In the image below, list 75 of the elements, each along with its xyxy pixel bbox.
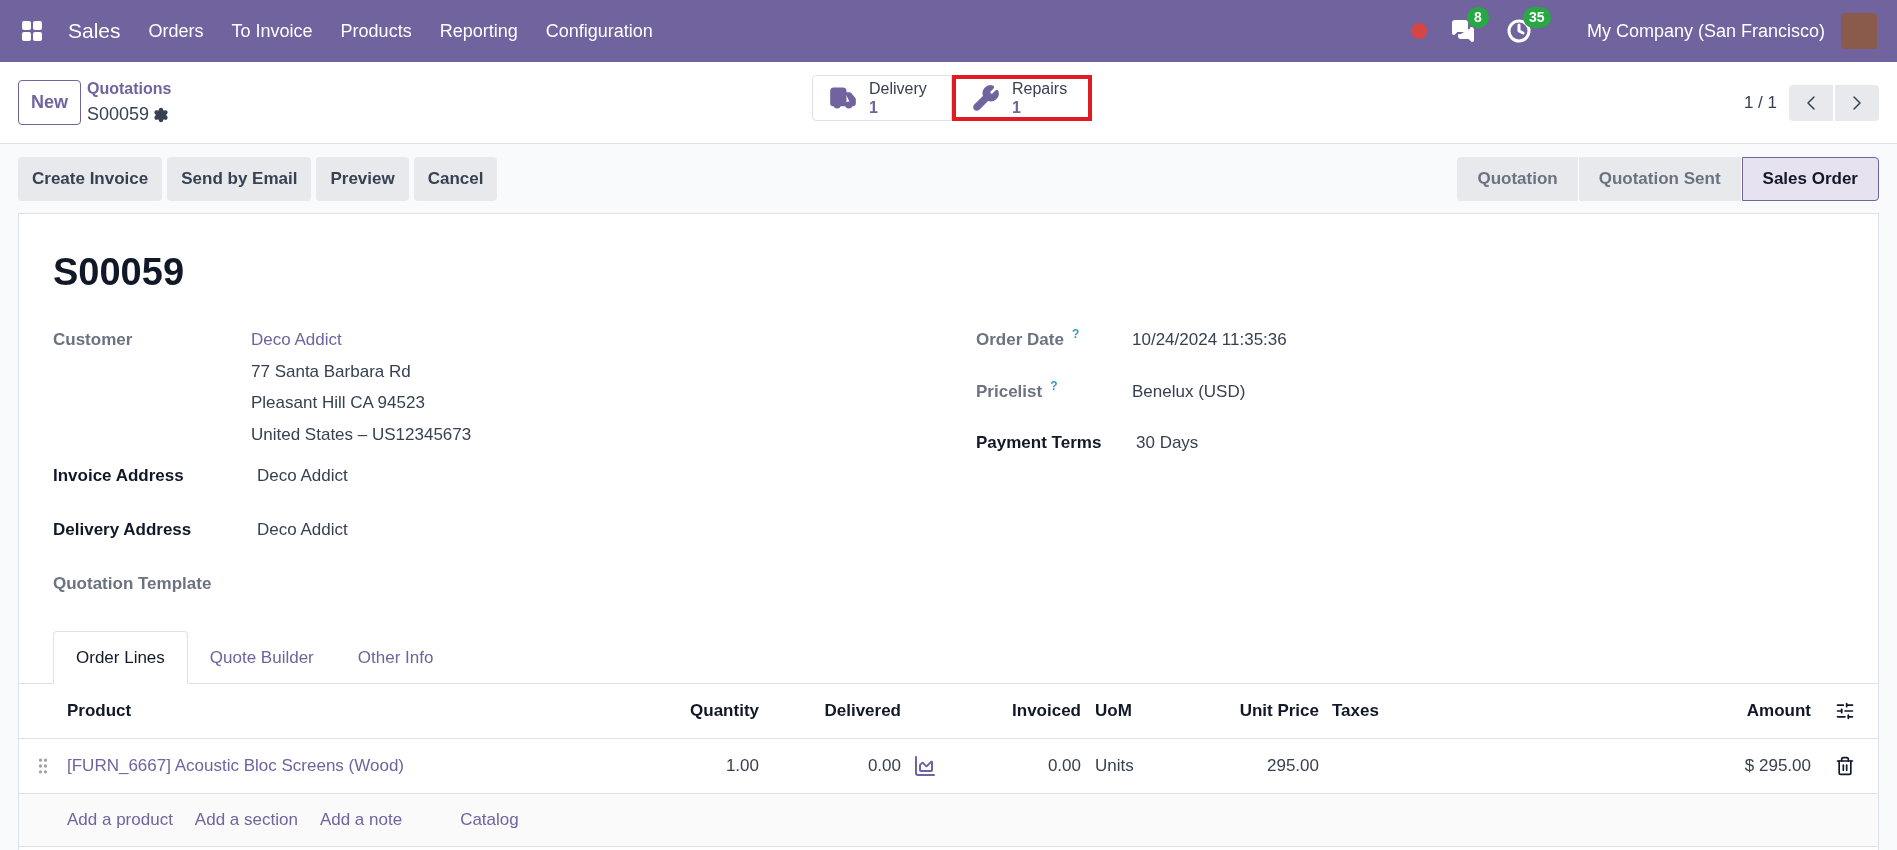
column-header[interactable]: Quantity [627, 698, 759, 724]
field-value[interactable]: Deco Addict [249, 463, 348, 489]
smart-button-count: 1 [869, 98, 879, 117]
column-header[interactable]: Invoiced [951, 698, 1081, 724]
customer-link[interactable]: Deco Addict [249, 327, 472, 353]
activity-count: 35 [1522, 7, 1551, 28]
field-label: Order Date [976, 329, 1064, 351]
action-button[interactable]: Create Invoice [18, 156, 163, 201]
action-button[interactable]: Send by Email [167, 156, 312, 201]
field-label: Customer [53, 330, 133, 349]
column-header[interactable]: Amount [1651, 698, 1811, 724]
field-value[interactable]: Deco Addict [249, 517, 348, 543]
forecast-chart-icon[interactable] [913, 754, 937, 778]
breadcrumb-link[interactable]: Quotations [87, 77, 172, 101]
column-header[interactable]: Delivered [759, 698, 901, 724]
add-line-link[interactable]: Catalog [460, 807, 519, 833]
address-line: 77 Santa Barbara Rd [250, 360, 412, 383]
record-title: S00059 [53, 250, 185, 295]
pager-value: 1 / 1 [1743, 91, 1777, 114]
field-value[interactable]: Benelux (USD) [1132, 378, 1246, 404]
column-header[interactable]: Taxes [1319, 698, 1651, 724]
smart-button[interactable]: Delivery 1 [812, 75, 952, 121]
action-button[interactable]: Preview [316, 156, 409, 201]
message-count: 8 [1466, 7, 1489, 28]
address-line: United States – US12345673 [250, 423, 472, 446]
field-label: Payment Terms [976, 432, 1102, 454]
table-cell-text: $ 295.00 [1743, 755, 1811, 778]
table-cell-text: Units [1094, 755, 1135, 778]
menu-item[interactable]: Reporting [439, 17, 518, 45]
smart-button-label: Repairs [1012, 79, 1068, 98]
record-name: S00059 [87, 103, 150, 126]
smart-button[interactable]: Repairs 1 [952, 75, 1092, 121]
wrench-icon [972, 84, 1000, 112]
activity-icon[interactable] [1506, 19, 1531, 43]
table-cell-text: 295.00 [1266, 755, 1319, 778]
menu-item[interactable]: Products [340, 17, 412, 45]
menu-item[interactable]: To Invoice [231, 17, 313, 45]
column-header[interactable]: UoM [1081, 698, 1181, 724]
address-line: Pleasant Hill CA 94523 [250, 392, 426, 414]
field-value[interactable]: 10/24/2024 11:35:36 [1132, 327, 1287, 353]
apps-menu-icon[interactable] [20, 19, 44, 43]
table-cell-text: 1.00 [724, 755, 759, 778]
field-label: Pricelist [976, 380, 1043, 403]
add-line-link[interactable]: Add a note [319, 807, 403, 833]
column-header[interactable]: Unit Price [1181, 698, 1319, 724]
settings-icon[interactable] [153, 106, 170, 123]
previous-button[interactable] [1789, 84, 1833, 121]
field-label: Quotation Template [53, 574, 212, 593]
smart-button-label: Delivery [869, 79, 927, 98]
tab[interactable]: Other Info [335, 631, 456, 684]
menu-item[interactable]: Orders [148, 17, 204, 45]
field-label: Invoice Address [53, 466, 184, 485]
status-step[interactable]: Sales Order [1741, 156, 1879, 201]
table-cell-text: 0.00 [1046, 755, 1081, 778]
add-line-link[interactable]: Add a product [67, 807, 173, 833]
status-step[interactable]: Quotation [1457, 156, 1579, 201]
chat-icon[interactable] [1450, 19, 1475, 43]
add-line-link[interactable]: Add a section [194, 807, 298, 833]
app-name[interactable]: Sales [68, 15, 121, 47]
field-label: Delivery Address [53, 520, 192, 539]
tab[interactable]: Order Lines [53, 631, 188, 684]
new-button[interactable]: New [18, 80, 81, 125]
next-button[interactable] [1835, 84, 1879, 121]
tab[interactable]: Quote Builder [187, 631, 336, 684]
company-name[interactable]: My Company (San Francisco) [1586, 17, 1825, 45]
status-step[interactable]: Quotation Sent [1578, 156, 1742, 201]
menu-item[interactable]: Configuration [545, 17, 653, 45]
smart-button-count: 1 [1012, 98, 1022, 117]
action-button[interactable]: Cancel [413, 156, 498, 201]
field-value[interactable]: 30 Days [1132, 430, 1199, 456]
column-header[interactable]: Product [67, 698, 627, 724]
product-link[interactable]: [FURN_6667] Acoustic Bloc Screens (Wood) [67, 753, 627, 779]
table-cell-text: 0.00 [866, 755, 901, 778]
optional-columns-icon[interactable] [1834, 701, 1855, 721]
delete-icon[interactable] [1834, 756, 1855, 776]
